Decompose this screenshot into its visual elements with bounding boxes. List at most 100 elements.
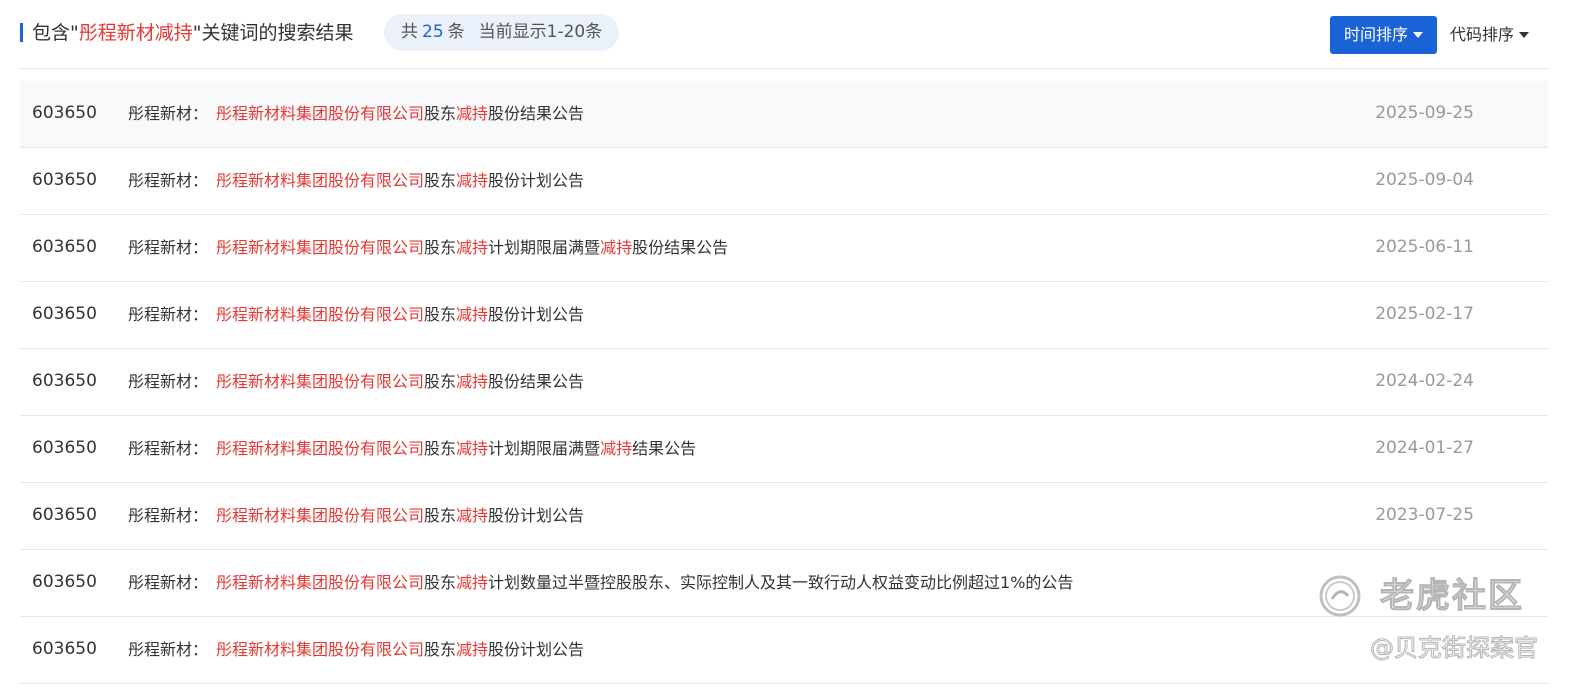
title-keyword-highlight: 减持 <box>456 104 489 123</box>
title-keyword-highlight: 减持 <box>456 439 489 458</box>
publish-date: 2025-02-17 <box>1375 304 1474 324</box>
title-keyword-highlight: 减持 <box>456 506 489 525</box>
stock-code: 603650 <box>32 170 97 190</box>
announcement-title-link[interactable]: 彤程新材料集团股份有限公司股东减持股份计划公告 <box>216 502 584 526</box>
title-text: 股份结果公告 <box>488 104 585 123</box>
title-text: 股东 <box>424 640 457 659</box>
publish-date: 2025-09-04 <box>1375 170 1474 190</box>
stock-code: 603650 <box>32 572 97 592</box>
title-keyword-highlight: 减持 <box>456 171 489 190</box>
stock-code: 603650 <box>32 371 97 391</box>
stock-code: 603650 <box>32 237 97 257</box>
count-prefix: 共 <box>401 22 418 42</box>
title-company-highlight: 彤程新材料集团股份有限公司 <box>216 238 425 257</box>
display-range: 当前显示1-20条 <box>478 22 603 42</box>
announcement-title-link[interactable]: 彤程新材料集团股份有限公司股东减持计划期限届满暨减持股份结果公告 <box>216 234 728 258</box>
stock-name: 彤程新材： <box>128 640 209 659</box>
results-header: 包含"彤程新材减持"关键词的搜索结果 共 25 条当前显示1-20条 时间排序 代码… <box>20 0 1548 69</box>
title-suffix: "关键词的搜索结果 <box>192 22 354 44</box>
result-row[interactable]: 603650 彤程新材： 彤程新材料集团股份有限公司股东减持计划期限届满暨减持股份结… <box>20 215 1548 282</box>
stock-name: 彤程新材： <box>128 506 209 525</box>
stock-code: 603650 <box>32 438 97 458</box>
result-row[interactable]: 603650 彤程新材： 彤程新材料集团股份有限公司股东减持股份计划公告 2025-0… <box>20 148 1548 215</box>
title-company-highlight: 彤程新材料集团股份有限公司 <box>216 439 425 458</box>
title-company-highlight: 彤程新材料集团股份有限公司 <box>216 640 425 659</box>
title-text: 股份计划公告 <box>488 640 585 659</box>
stock-name: 彤程新材： <box>128 305 209 324</box>
result-row[interactable]: 603650 彤程新材： 彤程新材料集团股份有限公司股东减持股份结果公告 2025-0… <box>20 81 1548 148</box>
title-text: 计划数量过半暨控股股东、实际控制人及其一致行动人权益变动比例超过1%的公告 <box>488 573 1074 592</box>
result-row[interactable]: 603650 彤程新材： 彤程新材料集团股份有限公司股东减持股份计划公告 <box>20 617 1548 684</box>
announcement-title-link[interactable]: 彤程新材料集团股份有限公司股东减持股份计划公告 <box>216 301 584 325</box>
count-number: 25 <box>422 22 444 42</box>
stock-code: 603650 <box>32 103 97 123</box>
publish-date: 2023-07-25 <box>1375 505 1474 525</box>
count-suffix: 条 <box>447 22 465 42</box>
title-company-highlight: 彤程新材料集团股份有限公司 <box>216 573 425 592</box>
results-list: 603650 彤程新材： 彤程新材料集团股份有限公司股东减持股份结果公告 2025-0… <box>20 81 1548 684</box>
title-text: 股份计划公告 <box>488 305 585 324</box>
announcement-title-link[interactable]: 彤程新材料集团股份有限公司股东减持股份结果公告 <box>216 368 584 392</box>
title-text: 计划期限届满暨 <box>488 238 601 257</box>
title-company-highlight: 彤程新材料集团股份有限公司 <box>216 104 425 123</box>
title-company-highlight: 彤程新材料集团股份有限公司 <box>216 372 425 391</box>
announcement-title-link[interactable]: 彤程新材料集团股份有限公司股东减持计划期限届满暨减持结果公告 <box>216 435 696 459</box>
title-text: 股东 <box>424 439 457 458</box>
announcement-title-link[interactable]: 彤程新材料集团股份有限公司股东减持股份计划公告 <box>216 636 584 660</box>
title-text: 股东 <box>424 104 457 123</box>
sort-by-time-button[interactable]: 时间排序 <box>1330 16 1437 54</box>
title-keyword-highlight: 减持 <box>456 238 489 257</box>
title-company-highlight: 彤程新材料集团股份有限公司 <box>216 506 425 525</box>
search-results-page: 包含"彤程新材减持"关键词的搜索结果 共 25 条当前显示1-20条 时间排序 代码… <box>0 0 1576 691</box>
caret-down-icon <box>1413 31 1423 38</box>
stock-name: 彤程新材： <box>128 238 209 257</box>
result-count-badge: 共 25 条当前显示1-20条 <box>384 14 620 51</box>
publish-date: 2024-01-27 <box>1375 438 1474 458</box>
title-keyword-highlight: 减持 <box>456 573 489 592</box>
title-text: 股份计划公告 <box>488 506 585 525</box>
result-row[interactable]: 603650 彤程新材： 彤程新材料集团股份有限公司股东减持计划期限届满暨减持结果公… <box>20 416 1548 483</box>
title-company-highlight: 彤程新材料集团股份有限公司 <box>216 171 425 190</box>
title-text: 股东 <box>424 506 457 525</box>
sort-by-code-button[interactable]: 代码排序 <box>1450 16 1540 54</box>
title-text: 股份计划公告 <box>488 171 585 190</box>
results-title: 包含"彤程新材减持"关键词的搜索结果 <box>32 20 354 46</box>
title-text: 股东 <box>424 305 457 324</box>
title-text: 股份结果公告 <box>488 372 585 391</box>
sort-time-label: 时间排序 <box>1343 25 1408 44</box>
stock-name: 彤程新材： <box>128 171 209 190</box>
announcement-title-link[interactable]: 彤程新材料集团股份有限公司股东减持股份计划公告 <box>216 167 584 191</box>
title-text: 股东 <box>424 238 457 257</box>
title-text: 股份结果公告 <box>632 238 729 257</box>
title-text: 结果公告 <box>632 439 697 458</box>
title-company-highlight: 彤程新材料集团股份有限公司 <box>216 305 425 324</box>
publish-date: 2024-02-24 <box>1375 371 1474 391</box>
caret-down-icon <box>1519 31 1530 38</box>
title-prefix: 包含" <box>32 22 79 44</box>
title-keyword-highlight: 减持 <box>600 238 633 257</box>
title-text: 股东 <box>424 171 457 190</box>
stock-code: 603650 <box>32 304 97 324</box>
stock-code: 603650 <box>32 639 97 659</box>
result-row[interactable]: 603650 彤程新材： 彤程新材料集团股份有限公司股东减持股份计划公告 2025-0… <box>20 282 1548 349</box>
title-keyword-highlight: 减持 <box>456 372 489 391</box>
stock-code: 603650 <box>32 505 97 525</box>
stock-name: 彤程新材： <box>128 439 209 458</box>
title-text: 计划期限届满暨 <box>488 439 601 458</box>
announcement-title-link[interactable]: 彤程新材料集团股份有限公司股东减持计划数量过半暨控股股东、实际控制人及其一致行动… <box>216 569 1073 593</box>
title-text: 股东 <box>424 573 457 592</box>
result-row[interactable]: 603650 彤程新材： 彤程新材料集团股份有限公司股东减持股份计划公告 2023-0… <box>20 483 1548 550</box>
result-row[interactable]: 603650 彤程新材： 彤程新材料集团股份有限公司股东减持计划数量过半暨控股股东、… <box>20 550 1548 617</box>
title-text: 股东 <box>424 372 457 391</box>
title-accent-bar <box>20 23 23 42</box>
stock-name: 彤程新材： <box>128 104 209 123</box>
result-row[interactable]: 603650 彤程新材： 彤程新材料集团股份有限公司股东减持股份结果公告 2024-0… <box>20 349 1548 416</box>
stock-name: 彤程新材： <box>128 573 209 592</box>
publish-date: 2025-06-11 <box>1375 237 1474 257</box>
publish-date: 2025-09-25 <box>1375 103 1474 123</box>
title-keyword-highlight: 减持 <box>456 640 489 659</box>
stock-name: 彤程新材： <box>128 372 209 391</box>
title-keyword: 彤程新材减持 <box>78 22 193 44</box>
announcement-title-link[interactable]: 彤程新材料集团股份有限公司股东减持股份结果公告 <box>216 100 584 124</box>
title-keyword-highlight: 减持 <box>600 439 633 458</box>
